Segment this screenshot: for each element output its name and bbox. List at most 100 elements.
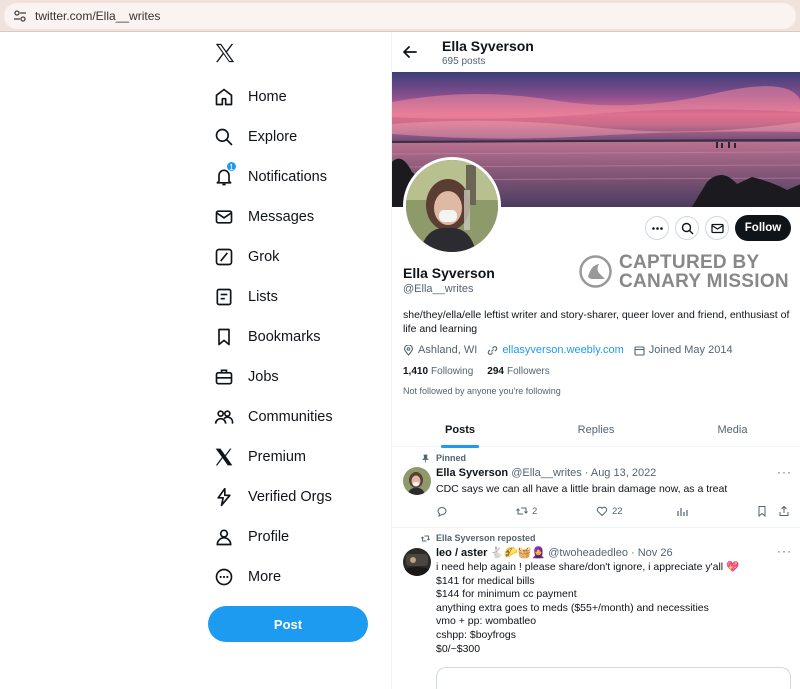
sidebar-item-label: Grok xyxy=(248,249,280,265)
sidebar-item-communities[interactable]: Communities xyxy=(214,402,333,432)
x-logo-icon[interactable] xyxy=(214,42,236,64)
tweet-author-name[interactable]: Ella Syverson xyxy=(436,467,508,479)
website[interactable]: ellasyverson.weebly.com xyxy=(487,344,624,356)
sidebar-item-messages[interactable]: Messages xyxy=(214,202,314,232)
like-button[interactable]: 22 xyxy=(596,505,623,517)
tweet-context-text: Pinned xyxy=(436,453,467,463)
more-icon xyxy=(651,226,663,230)
sidebar-item-label: Profile xyxy=(248,529,290,545)
sidebar-item-jobs[interactable]: Jobs xyxy=(214,362,279,392)
profile-header-bar: Ella Syverson 695 posts xyxy=(392,32,800,72)
message-button[interactable] xyxy=(705,216,729,240)
tweet-more-icon[interactable]: ··· xyxy=(777,544,792,558)
sidebar-item-label: Lists xyxy=(248,289,278,305)
canary-mission-logo-icon xyxy=(579,255,612,288)
share-icon xyxy=(779,505,789,516)
retweet-icon xyxy=(421,535,430,541)
sidebar-item-label: Jobs xyxy=(248,369,279,385)
sidebar-item-home[interactable]: Home xyxy=(214,82,287,112)
envelope-icon xyxy=(710,223,724,233)
share-button[interactable] xyxy=(778,505,794,517)
heart-icon xyxy=(596,506,608,517)
retweet-button[interactable]: 2 xyxy=(516,505,537,517)
search-icon xyxy=(681,222,693,234)
sidebar-item-label: Home xyxy=(248,89,287,105)
website-link[interactable]: ellasyverson.weebly.com xyxy=(502,344,623,356)
site-info-icon[interactable] xyxy=(13,9,27,23)
tweet-media-card[interactable] xyxy=(436,667,791,689)
tweet-handle-date[interactable]: @twoheadedleo · Nov 26 xyxy=(548,547,672,559)
header-post-count: 695 posts xyxy=(442,56,486,67)
reply-icon xyxy=(437,507,447,517)
back-arrow-icon[interactable] xyxy=(402,44,418,60)
tweet-avatar[interactable] xyxy=(403,467,431,495)
more-options-button[interactable] xyxy=(645,216,669,240)
sidebar-item-label: Explore xyxy=(248,129,298,145)
sidebar-item-profile[interactable]: Profile xyxy=(214,522,289,552)
location: Ashland, WI xyxy=(403,344,477,356)
pin-icon xyxy=(422,454,429,462)
tweet-text: CDC says we can all have a little brain … xyxy=(436,483,728,495)
following-label: Following xyxy=(431,366,474,377)
people-icon xyxy=(214,410,234,424)
tweet-more-icon[interactable]: ··· xyxy=(777,465,792,479)
tweet-repost[interactable]: Ella Syverson reposted leo / aster 🐇🌮🧺🧕 … xyxy=(392,528,800,689)
joined-date: Joined May 2014 xyxy=(634,344,733,356)
joined-text: Joined May 2014 xyxy=(648,344,733,356)
following-count: 1,410 xyxy=(403,366,429,377)
person-icon xyxy=(216,529,232,546)
sidebar-item-notifications[interactable]: 1 Notifications xyxy=(214,161,327,192)
followers-count-link[interactable]: 294 Followers xyxy=(487,366,549,377)
tweet-pinned[interactable]: Pinned Ella Syverson @Ella__writes · Aug… xyxy=(392,447,800,527)
tweet-avatar[interactable] xyxy=(403,548,431,576)
sidebar-item-label: Verified Orgs xyxy=(248,489,332,505)
followers-label: Followers xyxy=(506,366,550,377)
url-text[interactable]: twitter.com/Ella__writes xyxy=(35,9,160,23)
sidebar-item-label: More xyxy=(248,569,282,585)
search-profile-button[interactable] xyxy=(675,216,699,240)
notification-badge: 1 xyxy=(226,161,237,172)
list-icon xyxy=(216,288,232,306)
bookmark-button[interactable] xyxy=(756,505,772,517)
browser-toolbar: twitter.com/Ella__writes xyxy=(0,0,800,32)
like-count: 22 xyxy=(612,505,623,517)
sidebar-item-grok[interactable]: Grok xyxy=(214,242,279,272)
sidebar-item-lists[interactable]: Lists xyxy=(214,282,278,312)
sidebar-item-more[interactable]: More xyxy=(214,562,281,592)
views-button[interactable] xyxy=(676,505,692,517)
x-icon xyxy=(215,448,233,466)
not-followed-note: Not followed by anyone you're following xyxy=(403,386,561,396)
sidebar-item-bookmarks[interactable]: Bookmarks xyxy=(214,322,321,352)
follow-button[interactable]: Follow xyxy=(735,215,791,241)
sidebar-item-verified-orgs[interactable]: Verified Orgs xyxy=(214,482,332,512)
tweet-header: leo / aster 🐇🌮🧺🧕 @twoheadedleo · Nov 26 xyxy=(436,546,673,559)
sidebar-item-premium[interactable]: Premium xyxy=(214,442,306,472)
tab-replies[interactable]: Replies xyxy=(528,412,664,447)
profile-bio: she/they/ella/elle leftist writer and st… xyxy=(403,309,790,335)
post-button[interactable]: Post xyxy=(208,606,368,642)
tab-media[interactable]: Media xyxy=(664,412,800,447)
bookmark-icon xyxy=(758,506,766,517)
reply-button[interactable] xyxy=(436,505,452,517)
tweet-context: Pinned xyxy=(421,453,466,463)
tweet-handle-date[interactable]: @Ella__writes · Aug 13, 2022 xyxy=(511,467,656,479)
sidebar-item-explore[interactable]: Explore xyxy=(214,122,297,152)
address-bar[interactable]: twitter.com/Ella__writes xyxy=(4,3,796,29)
more-circle-icon xyxy=(215,568,233,586)
tweet-context-text: Ella Syverson reposted xyxy=(436,533,536,543)
follow-counts: 1,410 Following 294 Followers xyxy=(403,366,564,377)
calendar-icon xyxy=(634,345,645,356)
profile-name: Ella Syverson xyxy=(403,265,495,281)
tweet-context: Ella Syverson reposted xyxy=(421,533,536,543)
profile-avatar[interactable] xyxy=(403,157,501,255)
followers-count: 294 xyxy=(487,366,504,377)
home-icon xyxy=(215,88,233,106)
tweet-author-name[interactable]: leo / aster 🐇🌮🧺🧕 xyxy=(436,547,545,559)
profile-main: Ella Syverson 695 posts Follow Ella Syve… xyxy=(391,32,800,689)
location-text: Ashland, WI xyxy=(418,344,478,356)
watermark-line-2: CANARY MISSION xyxy=(619,271,789,292)
following-count-link[interactable]: 1,410 Following xyxy=(403,366,473,377)
tweet-header: Ella Syverson @Ella__writes · Aug 13, 20… xyxy=(436,467,656,479)
tab-posts[interactable]: Posts xyxy=(392,412,528,447)
lightning-icon xyxy=(217,487,231,507)
